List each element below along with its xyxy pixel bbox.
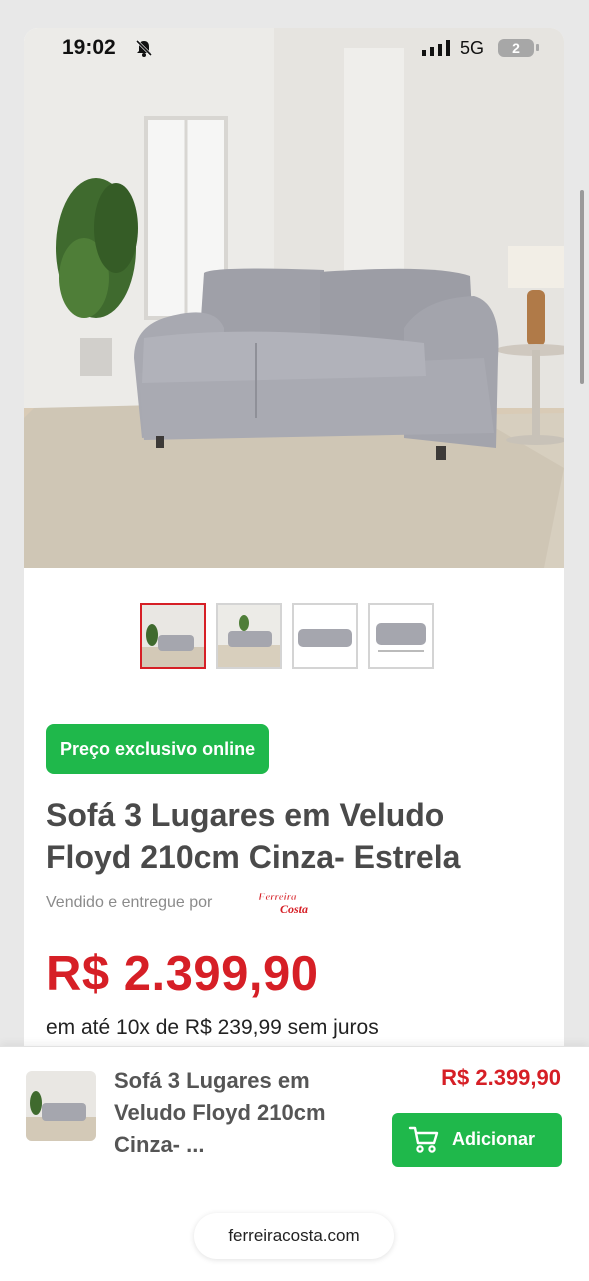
image-thumbnails [140, 603, 434, 669]
battery-nub [536, 44, 539, 51]
bottom-bar-product-image [26, 1071, 96, 1141]
browser-url-pill[interactable]: ferreiracosta.com [194, 1213, 394, 1259]
thumbnail-2[interactable] [216, 603, 282, 669]
installments-text: em até 10x de R$ 239,99 sem juros [46, 1016, 379, 1039]
ferreira-costa-logo[interactable]: Ferreira Costa [256, 888, 324, 918]
add-to-cart-label: Adicionar [452, 1129, 536, 1149]
thumbnail-3[interactable] [292, 603, 358, 669]
bottom-bar-price: R$ 2.399,90 [441, 1065, 561, 1090]
status-time: 19:02 [62, 36, 116, 59]
product-hero-image[interactable] [24, 28, 564, 568]
scrollbar[interactable] [580, 190, 584, 384]
bottom-bar-thumbnail [26, 1071, 96, 1141]
sticky-buy-bar: Sofá 3 Lugares em Veludo Floyd 210cm Cin… [0, 1046, 589, 1281]
signal-icon [422, 40, 450, 56]
thumbnail-4[interactable] [368, 603, 434, 669]
product-price: R$ 2.399,90 [46, 947, 319, 1001]
sofa-photo [24, 28, 564, 568]
bottom-bar-title: Sofá 3 Lugares em Veludo Floyd 210cm Cin… [114, 1068, 326, 1157]
product-title: Sofá 3 Lugares em Veludo Floyd 210cm Cin… [46, 797, 461, 875]
thumbnail-4-image [370, 605, 432, 667]
battery-icon: 2 [498, 39, 534, 57]
thumbnail-2-image [218, 605, 280, 667]
thumbnail-1-image [142, 605, 204, 667]
status-bar: 19:02 5G 2 [24, 28, 564, 68]
svg-text:Costa: Costa [280, 902, 308, 916]
cart-icon [408, 1126, 439, 1153]
seller-label: Vendido e entregue por [46, 894, 213, 911]
thumbnail-1[interactable] [140, 603, 206, 669]
bell-slash-icon [135, 39, 153, 57]
thumbnail-3-image [294, 605, 356, 667]
add-to-cart-button[interactable]: Adicionar [392, 1113, 562, 1167]
online-exclusive-badge: Preço exclusivo online [46, 724, 270, 774]
network-type: 5G [460, 38, 485, 58]
